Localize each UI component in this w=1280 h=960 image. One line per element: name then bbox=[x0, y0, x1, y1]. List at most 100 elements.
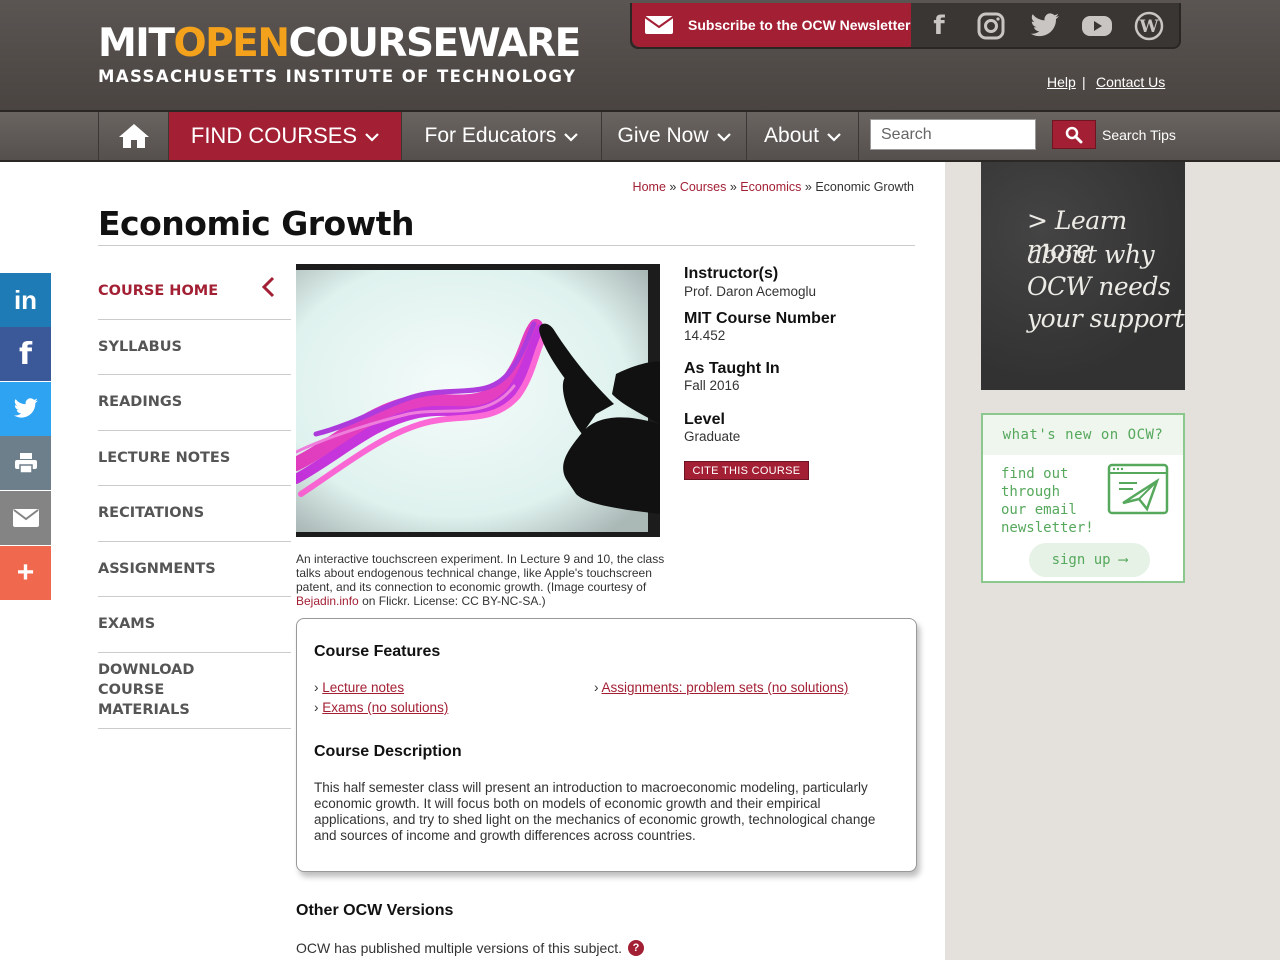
feature-lecture-notes-link[interactable]: Lecture notes bbox=[322, 680, 404, 695]
course-number-label: MIT Course Number bbox=[684, 310, 837, 327]
nav-about[interactable]: About bbox=[746, 112, 858, 160]
level-label: Level bbox=[684, 411, 725, 428]
share-facebook-button[interactable]: f bbox=[0, 327, 51, 381]
touchscreen-photo bbox=[296, 264, 660, 537]
feature-exams-link[interactable]: Exams (no solutions) bbox=[322, 700, 448, 715]
email-icon bbox=[12, 509, 39, 527]
facebook-icon[interactable]: f bbox=[922, 9, 956, 43]
help-link[interactable]: Help bbox=[1047, 74, 1076, 90]
course-image bbox=[296, 264, 660, 537]
course-nav-label: EXAMS bbox=[98, 616, 156, 633]
search-tips-link[interactable]: Search Tips bbox=[1102, 127, 1176, 143]
support-ocw-banner[interactable]: > Learn more about why OCW needs your su… bbox=[981, 162, 1185, 390]
cite-this-course-button[interactable]: CITE THIS COURSE bbox=[684, 461, 809, 480]
main-nav: FIND COURSES For Educators Give Now Abou… bbox=[0, 112, 1280, 162]
chevron-down-icon bbox=[716, 129, 731, 145]
instructor-value: Prof. Daron Acemoglu bbox=[684, 284, 817, 299]
course-nav-label: DOWNLOAD COURSE MATERIALS bbox=[98, 662, 195, 718]
logo-part-mit: MIT bbox=[98, 21, 175, 66]
instagram-icon[interactable] bbox=[974, 9, 1008, 43]
contact-us-link[interactable]: Contact Us bbox=[1096, 74, 1165, 90]
newsletter-promo[interactable]: what's new on OCW? find out through our … bbox=[981, 413, 1185, 583]
twitter-icon bbox=[13, 398, 38, 418]
logo-part-courseware: COURSEWARE bbox=[288, 21, 581, 66]
share-more-button[interactable]: + bbox=[0, 546, 51, 600]
page-title: Economic Growth bbox=[98, 204, 414, 243]
nav-find-courses[interactable]: FIND COURSES bbox=[168, 112, 401, 160]
newsletter-promo-text: find out through our email newsletter! bbox=[1001, 465, 1094, 537]
course-description-text: This half semester class will present an… bbox=[314, 780, 876, 843]
course-nav-syllabus[interactable]: SYLLABUS bbox=[98, 320, 291, 375]
breadcrumb-sep: » bbox=[804, 180, 812, 194]
share-print-button[interactable] bbox=[0, 436, 51, 490]
taught-in-value: Fall 2016 bbox=[684, 378, 740, 393]
linkedin-icon: in bbox=[13, 284, 38, 315]
chalk-line: your support bbox=[1027, 304, 1185, 333]
nav-about-label: About bbox=[764, 124, 819, 147]
other-versions-text-row: OCW has published multiple versions of t… bbox=[296, 940, 645, 956]
feature-assignments-link[interactable]: Assignments: problem sets (no solutions) bbox=[602, 680, 849, 695]
home-icon bbox=[118, 124, 149, 148]
help-question-icon[interactable]: ? bbox=[628, 940, 645, 956]
feature-item: › Assignments: problem sets (no solution… bbox=[594, 680, 848, 695]
nav-for-educators[interactable]: For Educators bbox=[401, 112, 601, 160]
breadcrumb-economics[interactable]: Economics bbox=[740, 180, 801, 194]
feature-item: › Lecture notes bbox=[314, 680, 404, 695]
wordpress-icon[interactable]: W bbox=[1132, 9, 1166, 43]
promo-line: find out bbox=[1001, 466, 1069, 482]
instagram-glyph bbox=[977, 12, 1005, 40]
youtube-icon[interactable] bbox=[1080, 9, 1114, 43]
course-nav: COURSE HOME SYLLABUS READINGS LECTURE NO… bbox=[98, 264, 291, 729]
sign-up-button[interactable]: sign up ⟶ bbox=[1029, 543, 1150, 577]
taught-in-label: As Taught In bbox=[684, 360, 780, 377]
breadcrumb-courses[interactable]: Courses bbox=[680, 180, 727, 194]
share-email-button[interactable] bbox=[0, 491, 51, 545]
other-versions-text: OCW has published multiple versions of t… bbox=[296, 940, 623, 956]
course-nav-assignments[interactable]: ASSIGNMENTS bbox=[98, 542, 291, 597]
breadcrumb-home[interactable]: Home bbox=[633, 180, 666, 194]
twitter-glyph bbox=[1030, 13, 1059, 37]
course-features-heading: Course Features bbox=[314, 643, 441, 660]
chevron-right-icon: › bbox=[314, 700, 319, 715]
chalk-line: about why bbox=[1027, 240, 1155, 269]
course-nav-label: RECITATIONS bbox=[98, 505, 205, 522]
nav-divider bbox=[858, 112, 859, 160]
social-bar: Subscribe to the OCW Newsletter f W bbox=[630, 3, 1181, 49]
facebook-icon: f bbox=[18, 336, 33, 372]
search-input[interactable] bbox=[870, 119, 1036, 150]
search-button[interactable] bbox=[1052, 120, 1096, 149]
caption-license: on Flickr. License: CC BY-NC-SA.) bbox=[362, 594, 546, 608]
logo-part-open: OPEN bbox=[173, 21, 290, 66]
share-linkedin-button[interactable]: in bbox=[0, 273, 51, 327]
subscribe-newsletter-button[interactable]: Subscribe to the OCW Newsletter bbox=[632, 3, 911, 47]
promo-line: through bbox=[1001, 484, 1061, 500]
course-nav-course-home[interactable]: COURSE HOME bbox=[98, 264, 291, 320]
header-link-separator: | bbox=[1082, 74, 1086, 90]
ocw-logo[interactable]: MITOPENCOURSEWARE bbox=[98, 21, 581, 66]
nav-find-courses-label: FIND COURSES bbox=[190, 123, 358, 148]
course-nav-label: SYLLABUS bbox=[98, 338, 182, 355]
promo-line: our email bbox=[1001, 502, 1077, 518]
svg-text:W: W bbox=[1138, 17, 1159, 37]
nav-home-button[interactable] bbox=[98, 112, 168, 160]
course-nav-exams[interactable]: EXAMS bbox=[98, 597, 291, 653]
course-number-value: 14.452 bbox=[684, 328, 726, 343]
course-nav-readings[interactable]: READINGS bbox=[98, 375, 291, 431]
course-features-box: Course Features › Lecture notes › Assign… bbox=[296, 618, 917, 872]
chevron-right-icon: › bbox=[314, 680, 319, 695]
nav-give-now[interactable]: Give Now bbox=[601, 112, 746, 160]
course-nav-label: LECTURE NOTES bbox=[98, 449, 231, 466]
share-twitter-button[interactable] bbox=[0, 382, 51, 436]
print-icon bbox=[14, 453, 37, 474]
search-icon bbox=[1065, 126, 1083, 143]
facebook-glyph: f bbox=[933, 11, 945, 41]
caption-source-link[interactable]: Bejadin.info bbox=[296, 594, 359, 608]
wordpress-glyph: W bbox=[1134, 11, 1164, 41]
course-nav-label: ASSIGNMENTS bbox=[98, 560, 216, 577]
twitter-icon[interactable] bbox=[1028, 9, 1062, 43]
course-nav-download-materials[interactable]: DOWNLOAD COURSE MATERIALS bbox=[98, 653, 291, 729]
chevron-down-icon bbox=[564, 129, 579, 145]
course-nav-recitations[interactable]: RECITATIONS bbox=[98, 486, 291, 542]
breadcrumb-sep: » bbox=[669, 180, 677, 194]
course-nav-lecture-notes[interactable]: LECTURE NOTES bbox=[98, 431, 291, 486]
